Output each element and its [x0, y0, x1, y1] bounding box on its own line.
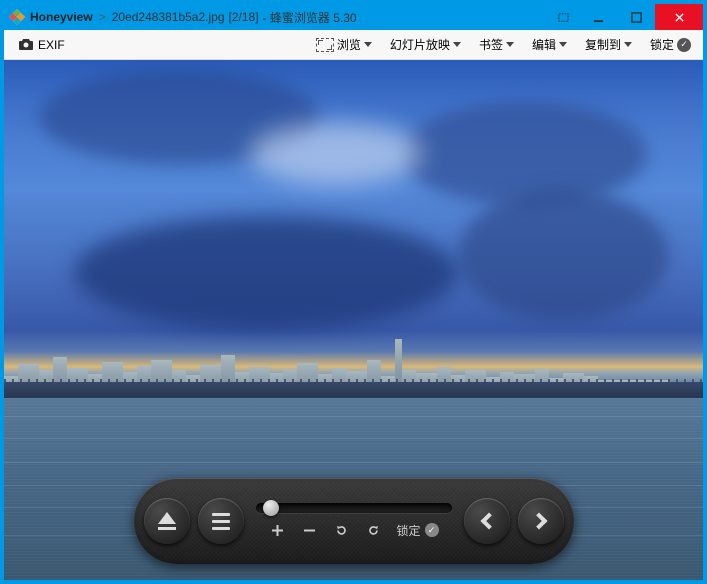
titlebar: Honeyview > 20ed248381b5a2.jpg [2/18] - … [4, 4, 703, 30]
menu-button[interactable] [198, 498, 244, 544]
title-separator: > [99, 10, 106, 24]
maximize-button[interactable] [617, 4, 655, 30]
app-window: Honeyview > 20ed248381b5a2.jpg [2/18] - … [4, 4, 703, 580]
bookmark-menu[interactable]: 书签 [475, 34, 518, 55]
copy-to-label: 复制到 [585, 36, 621, 53]
eject-icon [158, 512, 176, 530]
app-name: Honeyview [30, 10, 93, 24]
fullscreen-icon [558, 12, 569, 23]
close-icon [674, 12, 685, 23]
control-bar: 锁定 [134, 478, 574, 564]
maximize-icon [631, 12, 642, 23]
menu-icon [212, 513, 230, 530]
chevron-left-icon [480, 513, 497, 530]
exif-button[interactable]: EXIF [12, 36, 71, 54]
app-logo-icon [8, 8, 26, 26]
bookmark-label: 书签 [479, 36, 503, 53]
rotate-left-icon [334, 523, 349, 538]
exif-label: EXIF [38, 38, 65, 52]
progress-slider[interactable] [256, 503, 452, 513]
minimize-button[interactable] [579, 4, 617, 30]
close-button[interactable] [655, 4, 703, 30]
fullscreen-button[interactable] [547, 4, 579, 30]
chevron-down-icon [364, 42, 372, 47]
image-viewport[interactable]: 锁定 [4, 60, 703, 580]
fit-window-icon [316, 38, 334, 52]
check-circle-icon [677, 38, 691, 52]
rotate-left-button[interactable] [332, 521, 350, 539]
edit-label: 编辑 [532, 36, 556, 53]
lock-label: 锁定 [650, 36, 674, 53]
slider-knob[interactable] [263, 500, 279, 516]
prev-button[interactable] [464, 498, 510, 544]
zoom-out-button[interactable] [300, 521, 318, 539]
minimize-icon [593, 12, 604, 23]
chevron-right-icon [530, 513, 547, 530]
slideshow-label: 幻灯片放映 [390, 36, 450, 53]
toolbar: EXIF 浏览 幻灯片放映 书签 编辑 复制到 [4, 30, 703, 60]
rotate-right-icon [366, 523, 381, 538]
plus-icon [270, 523, 285, 538]
copy-to-menu[interactable]: 复制到 [581, 34, 636, 55]
title-app-suffix: - 蜂蜜浏览器 5.30 [263, 9, 357, 26]
camera-icon [18, 38, 34, 51]
next-button[interactable] [518, 498, 564, 544]
browse-label: 浏览 [337, 36, 361, 53]
title-counter: [2/18] [229, 10, 259, 24]
browse-menu[interactable]: 浏览 [312, 34, 376, 55]
chevron-down-icon [506, 42, 514, 47]
chevron-down-icon [559, 42, 567, 47]
chevron-down-icon [624, 42, 632, 47]
chevron-down-icon [453, 42, 461, 47]
minus-icon [302, 523, 317, 538]
hud-lock-label: 锁定 [396, 522, 420, 539]
title-filename: 20ed248381b5a2.jpg [112, 10, 225, 24]
rotate-right-button[interactable] [364, 521, 382, 539]
edit-menu[interactable]: 编辑 [528, 34, 571, 55]
lock-toggle[interactable]: 锁定 [646, 34, 695, 55]
hud-lock-toggle[interactable]: 锁定 [396, 522, 438, 539]
slideshow-menu[interactable]: 幻灯片放映 [386, 34, 465, 55]
zoom-in-button[interactable] [268, 521, 286, 539]
check-circle-icon [425, 523, 439, 537]
eject-button[interactable] [144, 498, 190, 544]
